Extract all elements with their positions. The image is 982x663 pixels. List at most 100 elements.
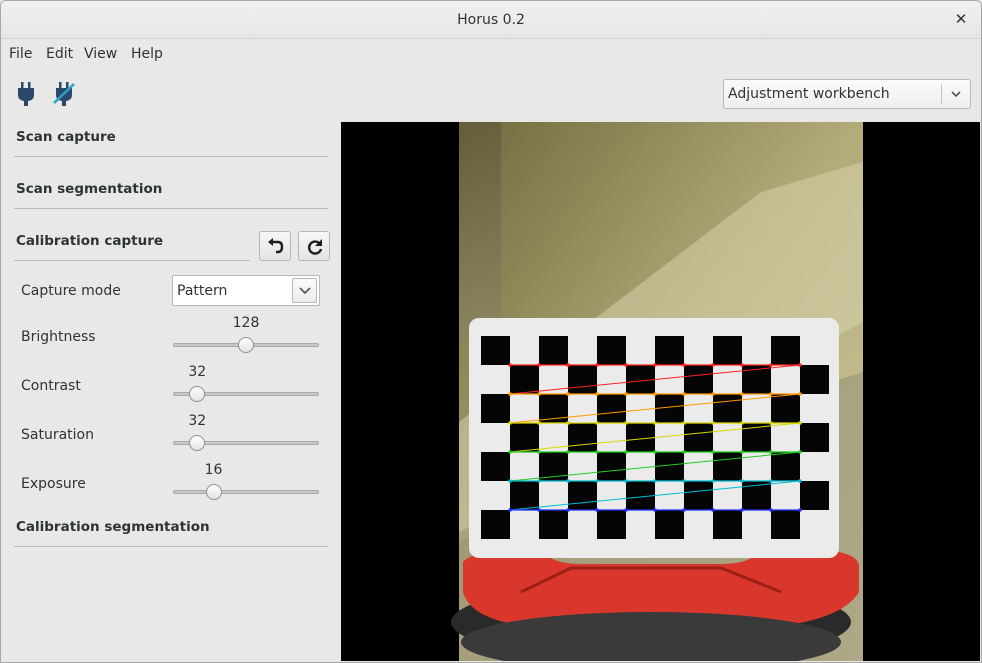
exposure-value: 16 — [204, 462, 223, 478]
board-square — [481, 336, 510, 365]
menu-bar: File Edit View Help — [1, 39, 981, 69]
corner-point — [740, 508, 744, 512]
corner-point — [798, 363, 802, 367]
board-square — [800, 423, 829, 452]
app-window: Horus 0.2 ✕ File Edit View Help Adjustme… — [0, 0, 982, 663]
toolbar: Adjustment workbench — [1, 69, 981, 121]
corner-point — [624, 479, 628, 483]
corner-point — [711, 363, 715, 367]
corner-point — [769, 479, 773, 483]
corner-point — [769, 450, 773, 454]
divider — [14, 208, 328, 209]
restore-button[interactable] — [298, 231, 330, 261]
brightness-value: 128 — [232, 315, 260, 331]
corner-point — [740, 421, 744, 425]
board-square — [510, 423, 539, 452]
section-scan-capture[interactable]: Scan capture — [16, 129, 116, 145]
menu-view[interactable]: View — [84, 46, 117, 62]
corner-point — [508, 392, 512, 396]
corner-point — [624, 450, 628, 454]
window-title: Horus 0.2 — [457, 12, 525, 28]
workbench-value: Adjustment workbench — [728, 86, 890, 102]
corner-point — [769, 392, 773, 396]
board-square — [713, 336, 742, 365]
corner-point — [653, 363, 657, 367]
corner-point — [711, 479, 715, 483]
corner-point — [711, 508, 715, 512]
board-square — [771, 510, 800, 539]
section-calibration-segmentation[interactable]: Calibration segmentation — [16, 519, 210, 535]
saturation-label: Saturation — [21, 427, 94, 443]
section-calibration-capture[interactable]: Calibration capture — [16, 233, 163, 249]
board-square — [713, 452, 742, 481]
corner-point — [508, 363, 512, 367]
corner-point — [566, 392, 570, 396]
saturation-value: 32 — [188, 413, 207, 429]
corner-point — [740, 363, 744, 367]
turntable — [451, 550, 859, 661]
corner-point — [537, 363, 541, 367]
saturation-slider-thumb[interactable] — [189, 435, 206, 451]
corner-point — [653, 392, 657, 396]
board-square — [713, 394, 742, 423]
board-square — [568, 423, 597, 452]
corner-point — [595, 363, 599, 367]
plug-icon[interactable] — [15, 81, 39, 107]
undo-button[interactable] — [259, 231, 291, 261]
board-square — [568, 481, 597, 510]
board-square — [597, 336, 626, 365]
close-icon[interactable]: ✕ — [951, 9, 971, 29]
board-square — [597, 394, 626, 423]
corner-point — [682, 363, 686, 367]
board-square — [713, 510, 742, 539]
brightness-slider-thumb[interactable] — [238, 337, 254, 353]
board-square — [771, 336, 800, 365]
corner-point — [508, 479, 512, 483]
board-square — [655, 336, 684, 365]
corner-point — [595, 392, 599, 396]
plug-disconnect-icon[interactable] — [52, 81, 76, 107]
undo-icon — [268, 238, 284, 254]
corner-point — [537, 508, 541, 512]
corner-point — [595, 508, 599, 512]
corner-point — [798, 508, 802, 512]
corner-point — [682, 479, 686, 483]
corner-point — [711, 450, 715, 454]
menu-help[interactable]: Help — [131, 46, 163, 62]
corner-point — [624, 421, 628, 425]
corner-point — [653, 508, 657, 512]
section-scan-segmentation[interactable]: Scan segmentation — [16, 181, 162, 197]
corner-point — [682, 421, 686, 425]
menu-file[interactable]: File — [9, 46, 32, 62]
corner-point — [740, 450, 744, 454]
contrast-label: Contrast — [21, 378, 81, 394]
contrast-slider-thumb[interactable] — [189, 386, 206, 402]
corner-point — [682, 450, 686, 454]
corner-point — [624, 508, 628, 512]
divider — [14, 546, 328, 547]
board-square — [655, 510, 684, 539]
corner-point — [537, 479, 541, 483]
capture-mode-select[interactable]: Pattern — [172, 275, 320, 306]
corner-point — [566, 450, 570, 454]
corner-point — [566, 479, 570, 483]
corner-point — [566, 421, 570, 425]
dropdown-button[interactable] — [292, 278, 317, 303]
board-square — [771, 394, 800, 423]
exposure-slider-thumb[interactable] — [205, 484, 222, 500]
corner-point — [769, 508, 773, 512]
workbench-select[interactable]: Adjustment workbench — [723, 79, 971, 109]
board-square — [684, 365, 713, 394]
menu-edit[interactable]: Edit — [46, 46, 73, 62]
corner-point — [566, 363, 570, 367]
board-square — [800, 481, 829, 510]
corner-point — [508, 508, 512, 512]
title-bar[interactable]: Horus 0.2 ✕ — [1, 1, 981, 39]
capture-mode-value: Pattern — [177, 283, 228, 299]
camera-view[interactable] — [341, 122, 980, 661]
board-square — [481, 394, 510, 423]
board-square — [481, 452, 510, 481]
corner-point — [798, 479, 802, 483]
corner-point — [595, 450, 599, 454]
exposure-slider[interactable] — [173, 490, 319, 494]
